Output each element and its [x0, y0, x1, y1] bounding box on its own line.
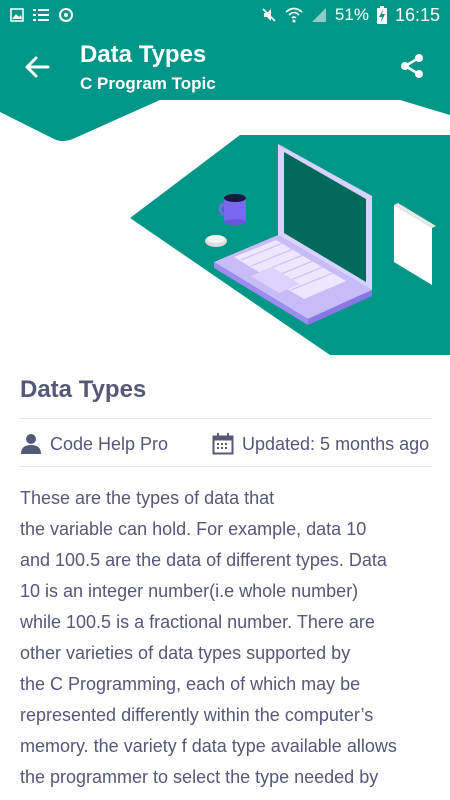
body-line: represented differently within the compu… — [20, 705, 374, 725]
body-line: the C Programming, each of which may be — [20, 674, 361, 694]
body-line: and 100.5 are the data of different type… — [20, 550, 387, 570]
calendar-icon — [212, 433, 234, 455]
page-subtitle: C Program Topic — [80, 74, 216, 93]
updated-text: Updated: 5 months ago — [242, 434, 430, 454]
sync-icon — [59, 8, 73, 22]
person-icon — [21, 434, 41, 454]
battery-percentage: 51% — [334, 5, 369, 24]
body-line: the programmer to select the type needed… — [20, 767, 379, 787]
page-title: Data Types — [80, 41, 207, 68]
author-name: Code Help Pro — [50, 434, 169, 454]
article-body: These are the types of data that the var… — [20, 483, 440, 793]
app-bar: Data Types C Program Topic — [0, 32, 450, 100]
author-info: Code Help Pro — [20, 430, 168, 458]
article-meta: Code Help Pro Updated: 5 months ago — [20, 430, 432, 458]
battery-charging-icon — [376, 6, 387, 24]
back-button[interactable] — [22, 52, 52, 82]
body-line: memory. the variety f data type availabl… — [20, 736, 397, 756]
body-line: 10 is an integer number(i.e whole number… — [20, 581, 359, 601]
arrow-back-icon — [25, 56, 50, 78]
status-bar: 51% 16:15 — [0, 0, 450, 32]
list-icon — [33, 9, 49, 21]
divider-bottom — [20, 466, 432, 467]
updated-info: Updated: 5 months ago — [212, 430, 429, 458]
clock: 16:15 — [394, 5, 440, 25]
article-title: Data Types — [20, 376, 147, 403]
divider-top — [20, 418, 432, 419]
signal-icon — [311, 8, 326, 22]
share-icon — [401, 54, 423, 78]
share-button[interactable] — [398, 52, 426, 80]
body-line: while 100.5 is a fractional number. Ther… — [20, 612, 375, 632]
gallery-icon — [10, 8, 24, 22]
hero-illustration — [0, 100, 450, 356]
laptop-illustration — [0, 100, 450, 355]
body-line: the variable can hold. For example, data… — [20, 519, 367, 539]
body-line: These are the types of data that — [20, 488, 275, 508]
wifi-icon — [285, 7, 303, 23]
body-line: other varieties of data types supported … — [20, 643, 351, 663]
mute-icon — [262, 8, 276, 22]
